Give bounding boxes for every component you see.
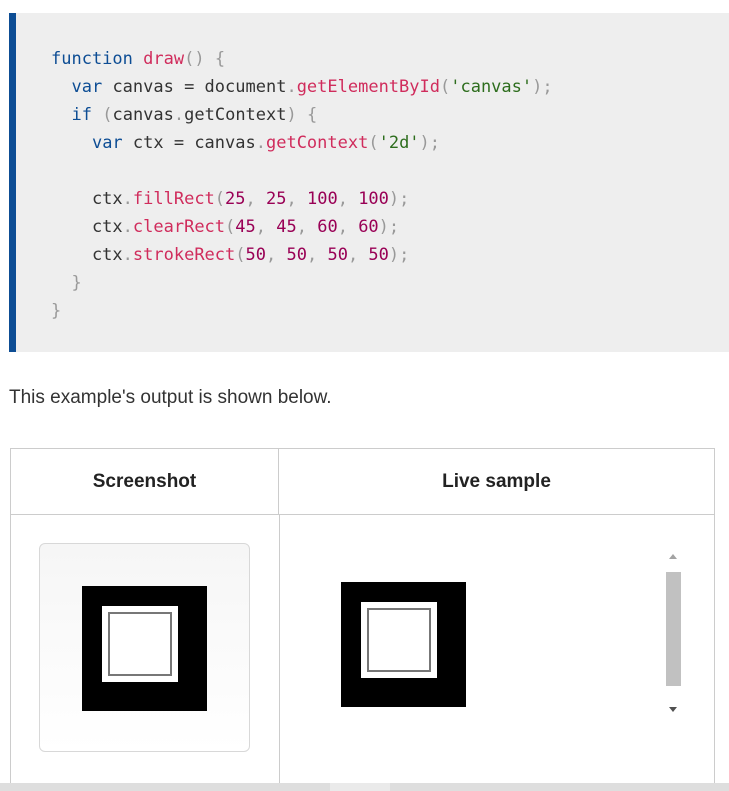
code-token: .: [286, 77, 297, 97]
code-token: clearRect: [132, 217, 226, 237]
scroll-down-arrow-icon[interactable]: [669, 707, 677, 712]
page: function draw() { var canvas = document.…: [0, 0, 729, 791]
code-block: function draw() { var canvas = document.…: [9, 13, 729, 352]
code-token: 100: [358, 189, 389, 209]
code-token: ,: [296, 217, 318, 237]
code-token: .: [255, 133, 266, 153]
code-token: (: [235, 245, 246, 265]
code-token: 'canvas': [450, 77, 533, 97]
code-token: 100: [306, 189, 338, 209]
page-horizontal-scrollbar[interactable]: [0, 783, 729, 791]
code-token: getElementById: [296, 77, 440, 97]
horizontal-scrollbar-thumb[interactable]: [330, 783, 390, 791]
code-token: );: [378, 217, 400, 237]
code-token: var: [71, 77, 103, 97]
code-token: }: [71, 273, 82, 293]
code-token: 60: [358, 217, 379, 237]
code-line: if (canvas.getContext) {: [51, 105, 317, 125]
code-token: .: [173, 105, 185, 125]
code-token: ctx = canvas: [122, 133, 256, 153]
code-token: }: [51, 301, 62, 321]
code-token: );: [388, 189, 410, 209]
code-token: );: [419, 133, 441, 153]
live-sample-scrollbar[interactable]: [665, 550, 681, 720]
code-token: strokeRect: [132, 245, 236, 265]
code-token: );: [532, 77, 553, 97]
code-token: 45: [276, 217, 297, 237]
code-line: var ctx = canvas.getContext('2d');: [51, 133, 440, 153]
code-token: 25: [266, 189, 287, 209]
code-token: ,: [255, 217, 277, 237]
code-token: 50: [286, 245, 307, 265]
code-token: ctx: [51, 217, 123, 237]
code-line: function draw() {: [51, 49, 225, 69]
code-token: if: [71, 105, 92, 125]
code-token: .: [122, 245, 133, 265]
code-line: }: [51, 301, 61, 321]
code-token: ctx: [51, 189, 123, 209]
code-token: (: [214, 189, 226, 209]
code-token: ,: [337, 189, 359, 209]
code-line: ctx.clearRect(45, 45, 60, 60);: [51, 217, 399, 237]
table-header-screenshot: Screenshot: [11, 449, 279, 515]
code-token: {: [307, 105, 318, 125]
code-token: getContext: [184, 105, 287, 125]
code-token: 50: [245, 245, 266, 265]
code-token: fillRect: [132, 189, 215, 209]
live-sample-canvas: [341, 582, 466, 707]
code-token: .: [122, 217, 133, 237]
code-token: ,: [245, 189, 267, 209]
code-token: (): [184, 49, 205, 69]
scroll-up-arrow-icon[interactable]: [669, 554, 677, 559]
code-token: ,: [347, 245, 369, 265]
code-token: '2d': [378, 133, 420, 153]
code-token: function: [51, 49, 133, 69]
code-token: .: [122, 189, 133, 209]
code-token: var: [91, 133, 123, 153]
table-header-live-sample: Live sample: [279, 449, 714, 515]
scrollbar-thumb[interactable]: [666, 572, 681, 686]
code-line: ctx.strokeRect(50, 50, 50, 50);: [51, 245, 409, 265]
code-token: ,: [266, 245, 287, 265]
column-divider: [279, 515, 280, 791]
code-token: ctx: [51, 245, 123, 265]
output-description: This example's output is shown below.: [9, 387, 332, 408]
code-line: ctx.fillRect(25, 25, 100, 100);: [51, 189, 409, 209]
code-listing: function draw() { var canvas = document.…: [51, 45, 553, 325]
code-token: 50: [327, 245, 348, 265]
stroked-square: [367, 608, 431, 672]
code-token: 25: [225, 189, 246, 209]
code-token: ,: [286, 189, 307, 209]
code-token: canvas: [112, 105, 174, 125]
stroked-square: [108, 612, 172, 676]
code-token: );: [388, 245, 410, 265]
screenshot-canvas-output: [82, 586, 207, 711]
code-token: ): [286, 105, 297, 125]
code-token: ,: [337, 217, 359, 237]
code-token: 60: [317, 217, 338, 237]
screenshot-frame: [39, 543, 250, 752]
code-token: getContext: [265, 133, 369, 153]
code-token: (: [102, 105, 113, 125]
code-token: 45: [235, 217, 256, 237]
code-token: (: [368, 133, 379, 153]
code-token: (: [439, 77, 451, 97]
code-token: 50: [368, 245, 389, 265]
code-token: ,: [306, 245, 328, 265]
code-token: draw: [143, 49, 185, 69]
code-line: }: [51, 273, 82, 293]
sample-table: Screenshot Live sample: [10, 448, 715, 791]
code-token: canvas = document: [102, 77, 287, 97]
code-token: (: [225, 217, 236, 237]
code-line: var canvas = document.getElementById('ca…: [51, 77, 553, 97]
code-token: {: [214, 49, 226, 69]
